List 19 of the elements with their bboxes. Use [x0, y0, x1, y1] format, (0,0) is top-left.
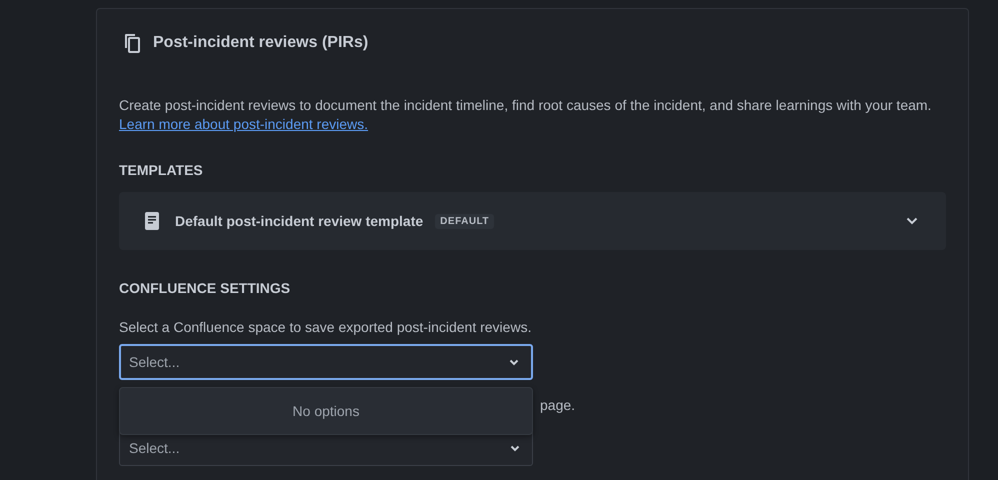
templates-heading: TEMPLATES	[119, 161, 204, 179]
confluence-heading: CONFLUENCE SETTINGS	[119, 279, 292, 297]
select-placeholder: Select...	[129, 354, 180, 370]
document-icon	[145, 212, 159, 230]
chevron-icon	[509, 358, 519, 366]
space-label: Select a Confluence space to save exported post-incident reviews.	[119, 318, 532, 336]
template-row[interactable]: Default post-incident review template DEFAULT	[119, 192, 946, 250]
section-title: Post-incident reviews (PIRs)	[153, 34, 368, 52]
space-select[interactable]: Select...	[119, 344, 533, 380]
page-label: page.	[540, 397, 576, 413]
no-options-text: No options	[292, 403, 360, 419]
learn-more-link[interactable]: Learn more about post-incident reviews.	[119, 115, 368, 134]
section-description: Create post-incident reviews to document the incident timeline, find root causes of the incident, and share learnings with your team.	[119, 96, 932, 115]
copy-icon	[123, 33, 141, 53]
default-badge: DEFAULT	[435, 214, 494, 228]
template-name: Default post-incident review template	[175, 213, 424, 229]
select-placeholder: Select...	[129, 440, 180, 456]
chevron-icon[interactable]	[906, 217, 918, 225]
chevron-icon	[510, 444, 520, 452]
